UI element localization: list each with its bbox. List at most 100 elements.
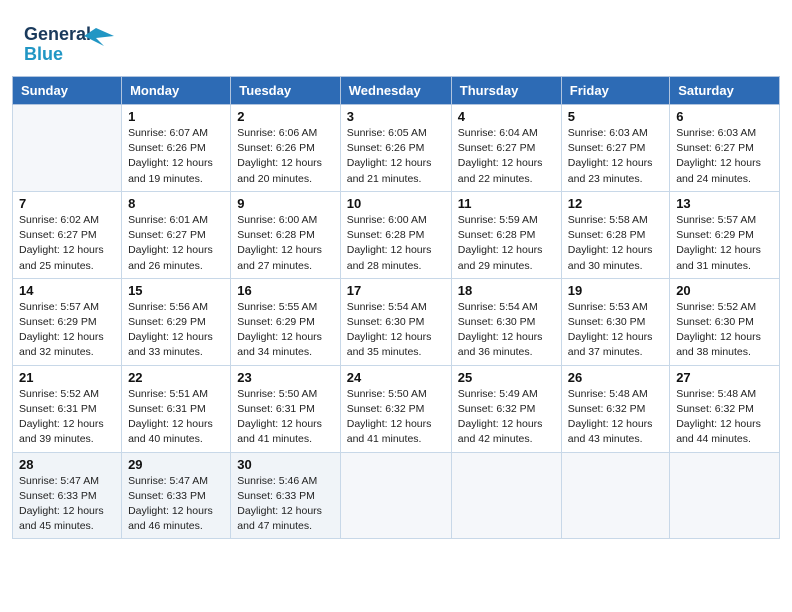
calendar-cell <box>670 452 780 539</box>
calendar-week-row: 28 Sunrise: 5:47 AM Sunset: 6:33 PM Dayli… <box>13 452 780 539</box>
calendar-cell: 12 Sunrise: 5:58 AM Sunset: 6:28 PM Dayli… <box>561 191 669 278</box>
calendar-cell: 13 Sunrise: 5:57 AM Sunset: 6:29 PM Dayli… <box>670 191 780 278</box>
day-info: Sunrise: 5:58 AM Sunset: 6:28 PM Dayligh… <box>568 213 663 274</box>
day-number: 27 <box>676 370 773 385</box>
day-number: 24 <box>347 370 445 385</box>
calendar-week-row: 21 Sunrise: 5:52 AM Sunset: 6:31 PM Dayli… <box>13 365 780 452</box>
weekday-header-friday: Friday <box>561 77 669 105</box>
day-number: 5 <box>568 109 663 124</box>
calendar-cell: 29 Sunrise: 5:47 AM Sunset: 6:33 PM Dayli… <box>122 452 231 539</box>
day-info: Sunrise: 5:53 AM Sunset: 6:30 PM Dayligh… <box>568 300 663 361</box>
svg-text:Blue: Blue <box>24 44 63 64</box>
calendar-cell: 28 Sunrise: 5:47 AM Sunset: 6:33 PM Dayli… <box>13 452 122 539</box>
calendar-cell: 24 Sunrise: 5:50 AM Sunset: 6:32 PM Dayli… <box>340 365 451 452</box>
day-info: Sunrise: 5:48 AM Sunset: 6:32 PM Dayligh… <box>568 387 663 448</box>
day-info: Sunrise: 5:50 AM Sunset: 6:32 PM Dayligh… <box>347 387 445 448</box>
day-number: 23 <box>237 370 333 385</box>
day-info: Sunrise: 6:07 AM Sunset: 6:26 PM Dayligh… <box>128 126 224 187</box>
weekday-header-thursday: Thursday <box>451 77 561 105</box>
calendar-cell: 14 Sunrise: 5:57 AM Sunset: 6:29 PM Dayli… <box>13 278 122 365</box>
calendar-week-row: 14 Sunrise: 5:57 AM Sunset: 6:29 PM Dayli… <box>13 278 780 365</box>
weekday-header-tuesday: Tuesday <box>231 77 340 105</box>
day-info: Sunrise: 5:55 AM Sunset: 6:29 PM Dayligh… <box>237 300 333 361</box>
day-number: 14 <box>19 283 115 298</box>
calendar-cell: 21 Sunrise: 5:52 AM Sunset: 6:31 PM Dayli… <box>13 365 122 452</box>
day-number: 26 <box>568 370 663 385</box>
weekday-header-wednesday: Wednesday <box>340 77 451 105</box>
day-info: Sunrise: 6:05 AM Sunset: 6:26 PM Dayligh… <box>347 126 445 187</box>
calendar-cell: 26 Sunrise: 5:48 AM Sunset: 6:32 PM Dayli… <box>561 365 669 452</box>
day-info: Sunrise: 5:57 AM Sunset: 6:29 PM Dayligh… <box>19 300 115 361</box>
day-number: 25 <box>458 370 555 385</box>
logo-svg: General Blue <box>24 18 114 68</box>
day-number: 6 <box>676 109 773 124</box>
day-info: Sunrise: 5:50 AM Sunset: 6:31 PM Dayligh… <box>237 387 333 448</box>
day-info: Sunrise: 6:02 AM Sunset: 6:27 PM Dayligh… <box>19 213 115 274</box>
day-info: Sunrise: 5:57 AM Sunset: 6:29 PM Dayligh… <box>676 213 773 274</box>
calendar-header-row: SundayMondayTuesdayWednesdayThursdayFrid… <box>13 77 780 105</box>
day-info: Sunrise: 6:00 AM Sunset: 6:28 PM Dayligh… <box>237 213 333 274</box>
day-number: 30 <box>237 457 333 472</box>
day-number: 17 <box>347 283 445 298</box>
calendar-cell: 9Sunrise: 6:00 AM Sunset: 6:28 PM Daylig… <box>231 191 340 278</box>
day-info: Sunrise: 5:54 AM Sunset: 6:30 PM Dayligh… <box>458 300 555 361</box>
day-number: 12 <box>568 196 663 211</box>
day-number: 21 <box>19 370 115 385</box>
weekday-header-saturday: Saturday <box>670 77 780 105</box>
day-info: Sunrise: 5:47 AM Sunset: 6:33 PM Dayligh… <box>128 474 224 535</box>
calendar-cell: 3 Sunrise: 6:05 AM Sunset: 6:26 PM Daylig… <box>340 105 451 192</box>
day-number: 20 <box>676 283 773 298</box>
calendar-cell: 4Sunrise: 6:04 AM Sunset: 6:27 PM Daylig… <box>451 105 561 192</box>
calendar-cell: 1 Sunrise: 6:07 AM Sunset: 6:26 PM Daylig… <box>122 105 231 192</box>
day-number: 16 <box>237 283 333 298</box>
day-number: 10 <box>347 196 445 211</box>
calendar-cell: 8 Sunrise: 6:01 AM Sunset: 6:27 PM Daylig… <box>122 191 231 278</box>
calendar-cell: 10 Sunrise: 6:00 AM Sunset: 6:28 PM Dayli… <box>340 191 451 278</box>
calendar-cell: 11Sunrise: 5:59 AM Sunset: 6:28 PM Dayli… <box>451 191 561 278</box>
calendar-cell: 17Sunrise: 5:54 AM Sunset: 6:30 PM Dayli… <box>340 278 451 365</box>
calendar-wrap: SundayMondayTuesdayWednesdayThursdayFrid… <box>0 76 792 551</box>
weekday-header-sunday: Sunday <box>13 77 122 105</box>
calendar-cell <box>340 452 451 539</box>
day-number: 8 <box>128 196 224 211</box>
weekday-header-monday: Monday <box>122 77 231 105</box>
day-info: Sunrise: 6:06 AM Sunset: 6:26 PM Dayligh… <box>237 126 333 187</box>
day-number: 13 <box>676 196 773 211</box>
day-number: 29 <box>128 457 224 472</box>
page-header: General Blue <box>0 0 792 76</box>
calendar-cell: 5Sunrise: 6:03 AM Sunset: 6:27 PM Daylig… <box>561 105 669 192</box>
logo: General Blue <box>24 18 114 68</box>
day-info: Sunrise: 5:49 AM Sunset: 6:32 PM Dayligh… <box>458 387 555 448</box>
calendar-cell <box>561 452 669 539</box>
day-info: Sunrise: 6:00 AM Sunset: 6:28 PM Dayligh… <box>347 213 445 274</box>
day-number: 3 <box>347 109 445 124</box>
day-number: 1 <box>128 109 224 124</box>
calendar-cell <box>451 452 561 539</box>
calendar-cell <box>13 105 122 192</box>
day-info: Sunrise: 5:52 AM Sunset: 6:31 PM Dayligh… <box>19 387 115 448</box>
calendar-cell: 25 Sunrise: 5:49 AM Sunset: 6:32 PM Dayli… <box>451 365 561 452</box>
calendar-cell: 30 Sunrise: 5:46 AM Sunset: 6:33 PM Dayli… <box>231 452 340 539</box>
calendar-cell: 7 Sunrise: 6:02 AM Sunset: 6:27 PM Daylig… <box>13 191 122 278</box>
calendar-cell: 23 Sunrise: 5:50 AM Sunset: 6:31 PM Dayli… <box>231 365 340 452</box>
day-info: Sunrise: 5:56 AM Sunset: 6:29 PM Dayligh… <box>128 300 224 361</box>
day-info: Sunrise: 5:48 AM Sunset: 6:32 PM Dayligh… <box>676 387 773 448</box>
day-info: Sunrise: 6:04 AM Sunset: 6:27 PM Dayligh… <box>458 126 555 187</box>
day-number: 7 <box>19 196 115 211</box>
day-number: 22 <box>128 370 224 385</box>
calendar-table: SundayMondayTuesdayWednesdayThursdayFrid… <box>12 76 780 539</box>
day-info: Sunrise: 6:01 AM Sunset: 6:27 PM Dayligh… <box>128 213 224 274</box>
day-info: Sunrise: 6:03 AM Sunset: 6:27 PM Dayligh… <box>676 126 773 187</box>
day-number: 28 <box>19 457 115 472</box>
day-info: Sunrise: 5:59 AM Sunset: 6:28 PM Dayligh… <box>458 213 555 274</box>
day-info: Sunrise: 5:46 AM Sunset: 6:33 PM Dayligh… <box>237 474 333 535</box>
day-info: Sunrise: 5:52 AM Sunset: 6:30 PM Dayligh… <box>676 300 773 361</box>
calendar-cell: 15Sunrise: 5:56 AM Sunset: 6:29 PM Dayli… <box>122 278 231 365</box>
calendar-cell: 20 Sunrise: 5:52 AM Sunset: 6:30 PM Dayli… <box>670 278 780 365</box>
day-number: 2 <box>237 109 333 124</box>
day-number: 18 <box>458 283 555 298</box>
calendar-cell: 18 Sunrise: 5:54 AM Sunset: 6:30 PM Dayli… <box>451 278 561 365</box>
day-info: Sunrise: 5:51 AM Sunset: 6:31 PM Dayligh… <box>128 387 224 448</box>
day-info: Sunrise: 5:47 AM Sunset: 6:33 PM Dayligh… <box>19 474 115 535</box>
svg-text:General: General <box>24 24 91 44</box>
